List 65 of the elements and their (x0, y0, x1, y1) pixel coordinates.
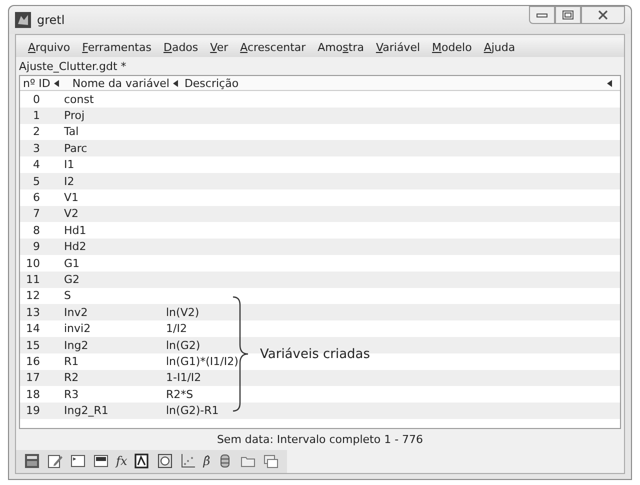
menu-item[interactable]: Ver (204, 40, 234, 55)
file-name: Ajuste_Clutter.gdt * (18, 59, 128, 75)
id-cell-text: 12 (25, 289, 41, 302)
description-cell: R2*S (166, 388, 194, 401)
annotation-label: Variáveis criadas (260, 346, 370, 362)
name-cell-text: G2 (63, 272, 81, 286)
menu-item[interactable]: Modelo (426, 40, 478, 55)
id-cell-text: 9 (32, 240, 41, 254)
name-cell-text: const (63, 92, 95, 106)
name-cell-text: invi2 (63, 322, 92, 336)
id-cell-text: 15 (25, 338, 41, 352)
description-cell: 1/I2 (166, 322, 187, 336)
id-cell-text: 2 (32, 125, 41, 138)
name-cell-text: I2 (63, 174, 76, 188)
name-cell-text: R3 (63, 388, 80, 401)
name-cell-text: V1 (63, 191, 80, 204)
description-cell: ln(G2)-R1 (166, 404, 219, 418)
id-cell-text: 8 (32, 224, 41, 237)
id-cell-text: 14 (25, 322, 41, 336)
name-cell-text: R1 (63, 354, 80, 368)
column-header[interactable]: nº ID (20, 76, 62, 90)
id-cell-text: 6 (32, 191, 41, 204)
menu-item[interactable]: Amostra (312, 40, 370, 55)
beta-hat-icon[interactable]: β̂ (203, 453, 210, 469)
function-icon[interactable]: fx (116, 453, 128, 469)
menu-item[interactable]: Arquivo (22, 40, 76, 55)
name-cell-text: G1 (63, 256, 81, 270)
id-cell-text: 17 (25, 371, 41, 384)
menu-item[interactable]: Ferramentas (76, 40, 158, 55)
id-cell-text: 18 (25, 388, 41, 401)
description-cell: ln(G1)*(I1/I2) (166, 354, 238, 368)
id-cell-text: 7 (32, 207, 41, 220)
name-cell-text: Ing2 (63, 338, 90, 352)
description-cell: ln(G2) (166, 338, 200, 352)
name-cell-text: Hd2 (63, 240, 88, 254)
column-header[interactable]: Descrição (181, 76, 242, 90)
id-cell-text: 13 (25, 306, 41, 319)
id-cell-text: 19 (25, 404, 41, 418)
name-cell-text: V2 (63, 207, 80, 220)
id-cell-text: 0 (32, 92, 41, 106)
id-cell-text: 5 (32, 174, 41, 188)
window-title: gretl (37, 13, 65, 27)
id-cell-text: 4 (32, 158, 41, 172)
name-cell-text: S (63, 289, 72, 302)
name-cell-text: Inv2 (63, 306, 89, 319)
name-cell-text: R2 (63, 371, 80, 384)
name-cell-text: Ing2_R1 (63, 404, 110, 418)
name-cell-text: Proj (63, 109, 86, 122)
id-cell-text: 1 (32, 109, 41, 122)
status-text: Sem data: Intervalo completo 1 - 776 (216, 432, 424, 448)
name-cell-text: Parc (63, 142, 88, 155)
column-header[interactable]: Nome da variável (62, 76, 182, 90)
menu-item[interactable]: Variável (370, 40, 426, 55)
id-cell-text: 10 (25, 256, 41, 270)
menu-item[interactable]: Acrescentar (234, 40, 312, 55)
id-cell-text: 3 (32, 142, 41, 155)
name-cell-text: I1 (63, 158, 76, 172)
id-cell-text: 16 (25, 354, 41, 368)
menu-item[interactable]: Ajuda (478, 40, 522, 55)
description-cell: 1-I1/I2 (166, 371, 202, 384)
menu-item[interactable]: Dados (157, 40, 204, 55)
name-cell-text: Hd1 (63, 224, 88, 237)
description-cell: ln(V2) (166, 306, 200, 319)
id-cell-text: 11 (25, 272, 41, 286)
name-cell-text: Tal (63, 125, 80, 138)
